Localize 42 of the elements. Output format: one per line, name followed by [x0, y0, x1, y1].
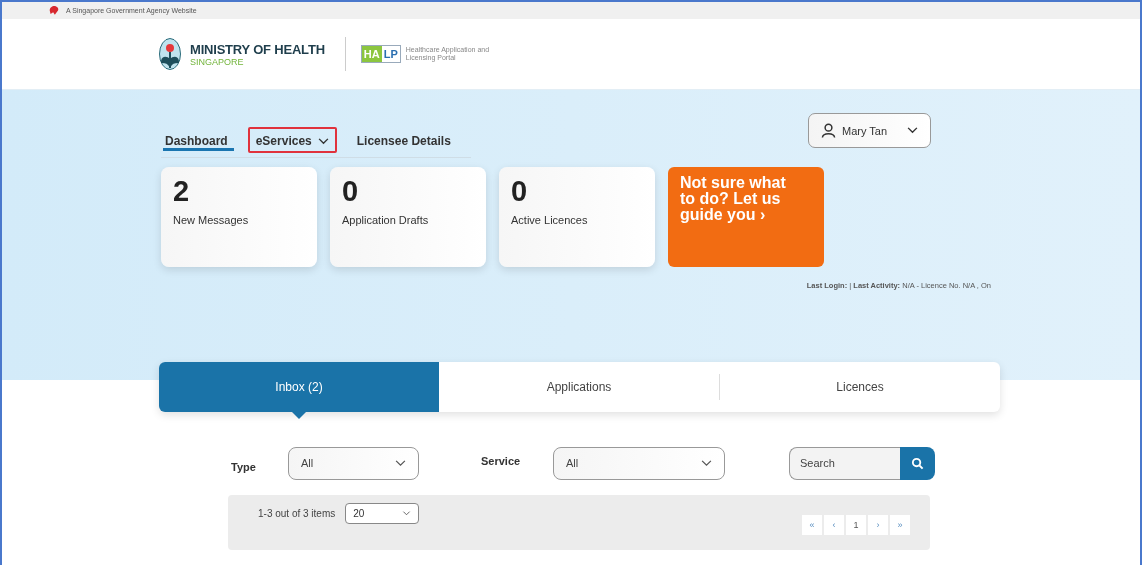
stat-card[interactable]: 0 Active Licences	[499, 167, 655, 267]
user-icon	[821, 123, 836, 138]
chevron-down-icon	[317, 137, 329, 145]
page-button[interactable]: ›	[868, 515, 888, 535]
tab-pointer-icon	[292, 412, 307, 419]
page-button[interactable]: ‹	[824, 515, 844, 535]
search-button[interactable]	[900, 446, 935, 480]
page-button[interactable]: «	[802, 515, 822, 535]
user-menu-button[interactable]: Mary Tan	[808, 113, 931, 148]
nav-tab[interactable]: Dashboard	[161, 127, 236, 153]
stat-count: 2	[173, 177, 191, 206]
lion-head-icon	[48, 5, 60, 16]
nav-tab[interactable]: Licensee Details	[348, 127, 459, 153]
stat-label: Application Drafts	[342, 214, 430, 226]
chevron-down-icon	[907, 127, 918, 134]
chevron-down-icon	[701, 459, 712, 467]
ministry-name: MINISTRY OF HEALTH	[190, 41, 325, 57]
stat-label: New Messages	[173, 214, 250, 226]
chevron-down-icon	[395, 459, 406, 467]
chevron-down-icon	[402, 510, 412, 516]
search-field[interactable]: Search	[789, 446, 900, 480]
ministry-country: SINGAPORE	[190, 56, 245, 67]
type-dropdown[interactable]: All	[288, 446, 419, 480]
content-tab[interactable]: Applications	[439, 362, 719, 412]
stat-count: 0	[342, 177, 360, 206]
content-tab[interactable]: Inbox (2)	[159, 362, 439, 412]
page-button[interactable]: »	[890, 515, 910, 535]
type-label: Type	[231, 461, 257, 473]
stat-count: 0	[511, 177, 529, 206]
stat-label: Active Licences	[511, 214, 589, 226]
service-label: Service	[481, 455, 522, 467]
ministry-logo-icon	[159, 38, 181, 70]
stat-card[interactable]: 0 Application Drafts	[330, 167, 486, 267]
portal-logo: HA LP	[360, 45, 401, 63]
service-dropdown[interactable]: All	[553, 446, 725, 480]
page-size-dropdown[interactable]: 20	[345, 502, 420, 524]
items-summary: 1-3 out of 3 items	[258, 507, 336, 519]
content-tab[interactable]: Licences	[719, 374, 1000, 400]
search-icon	[911, 456, 924, 470]
stat-card[interactable]: 2 New Messages	[161, 167, 317, 267]
page-button[interactable]: 1	[846, 515, 866, 535]
nav-tab[interactable]: eServices	[247, 127, 337, 153]
